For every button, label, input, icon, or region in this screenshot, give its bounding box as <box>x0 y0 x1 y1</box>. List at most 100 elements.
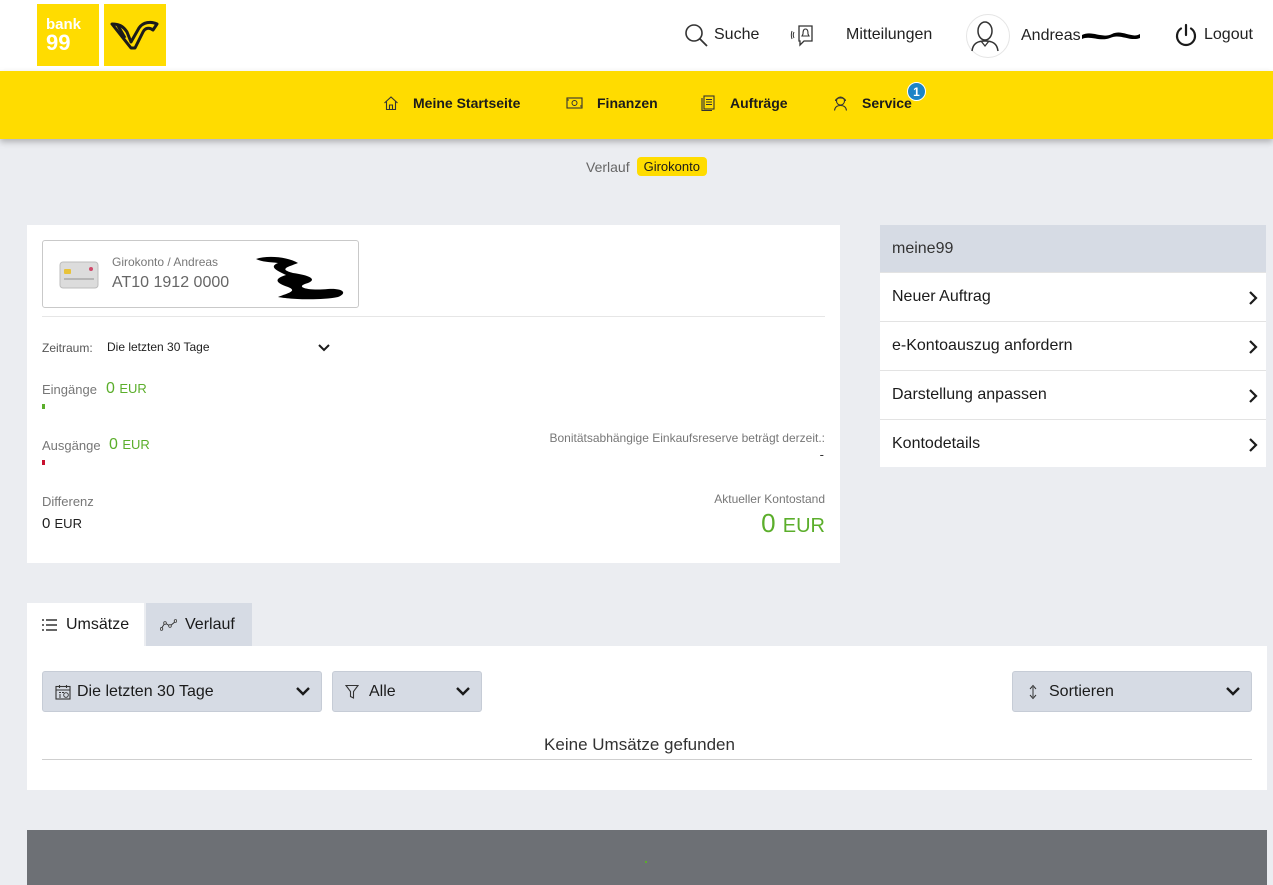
messages-button[interactable]: Mitteilungen <box>790 20 932 50</box>
balance-currency: EUR <box>782 515 825 537</box>
tab-history[interactable]: Verlauf <box>146 603 252 646</box>
power-icon <box>1175 23 1197 47</box>
breadcrumb-current: Girokonto <box>636 157 707 176</box>
menu-item-new-order[interactable]: Neuer Auftrag <box>880 272 1266 321</box>
account-summary-card: Girokonto / Andreas AT10 1912 0000 Zeitr… <box>27 225 840 563</box>
incoming-label: Eingänge <box>42 382 97 397</box>
chevron-down-icon[interactable] <box>317 343 331 353</box>
avatar <box>966 14 1010 58</box>
difference-value: 0 <box>42 515 51 532</box>
outgoing-bar <box>42 460 45 465</box>
type-filter-select[interactable]: Alle <box>332 671 482 712</box>
balance-value: 0 <box>761 508 776 538</box>
logo-text-99: 99 <box>46 30 71 55</box>
transactions-panel: Die letzten 30 Tage Alle Sortieren Keine… <box>27 646 1267 790</box>
sort-label: Sortieren <box>1049 682 1114 700</box>
post-horn-logo[interactable] <box>104 4 166 66</box>
loading-indicator <box>645 861 647 863</box>
nav-item-home[interactable]: Meine Startseite <box>383 95 520 111</box>
menu-item-label: Neuer Auftrag <box>892 288 991 305</box>
logout-button[interactable]: Logout <box>1174 20 1253 50</box>
chevron-right-icon <box>1249 291 1258 305</box>
document-icon <box>701 95 715 111</box>
money-icon <box>566 97 583 109</box>
nav-item-label: Service <box>862 95 912 111</box>
period-select[interactable]: Die letzten 30 Tage <box>107 340 210 354</box>
nav-item-label: Aufträge <box>730 95 788 111</box>
menu-item-display-settings[interactable]: Darstellung anpassen <box>880 370 1266 419</box>
bank-card-icon <box>59 261 99 289</box>
redaction-scribble <box>256 256 344 300</box>
line-chart-icon <box>160 618 177 631</box>
chevron-down-icon <box>456 687 470 696</box>
logout-label: Logout <box>1204 26 1253 43</box>
nav-item-service[interactable]: Service <box>833 95 912 111</box>
breadcrumb: Verlauf Girokonto <box>586 157 707 176</box>
calendar-icon <box>55 684 71 700</box>
nav-item-finances[interactable]: Finanzen <box>566 95 658 111</box>
incoming-amount: 0 EUR <box>106 380 147 398</box>
sort-select[interactable]: Sortieren <box>1012 671 1252 712</box>
user-name: Andreas <box>1021 27 1081 44</box>
service-icon <box>833 96 848 111</box>
difference-currency: EUR <box>54 516 82 531</box>
date-range-value: Die letzten 30 Tage <box>77 682 214 700</box>
list-icon <box>42 618 57 631</box>
nav-item-label: Meine Startseite <box>413 95 521 111</box>
period-label: Zeitraum: <box>42 341 93 355</box>
tab-label: Umsätze <box>66 615 130 633</box>
breadcrumb-previous[interactable]: Verlauf <box>586 159 630 175</box>
chevron-down-icon <box>1226 687 1240 696</box>
chevron-down-icon <box>296 687 310 696</box>
account-name: Girokonto / Andreas <box>112 255 219 269</box>
incoming-currency: EUR <box>119 381 147 396</box>
incoming-bar <box>42 404 45 409</box>
filter-icon <box>345 684 359 699</box>
menu-item-e-statement[interactable]: e-Kontoauszug anfordern <box>880 321 1266 370</box>
type-filter-value: Alle <box>369 682 396 700</box>
menu-item-account-details[interactable]: Kontodetails <box>880 419 1266 468</box>
menu-item-label: e-Kontoauszug anfordern <box>892 337 1073 354</box>
messages-label: Mitteilungen <box>846 26 933 43</box>
incoming-value: 0 <box>106 380 115 397</box>
empty-state-message: Keine Umsätze gefunden <box>544 735 735 754</box>
outgoing-currency: EUR <box>122 437 150 452</box>
difference-amount: 0 EUR <box>42 515 82 532</box>
nav-item-label: Finanzen <box>597 95 658 111</box>
nav-item-orders[interactable]: Aufträge <box>701 95 788 111</box>
service-notification-badge: 1 <box>907 82 926 101</box>
sort-icon <box>1029 684 1037 699</box>
menu-item-label: Darstellung anpassen <box>892 386 1047 403</box>
date-range-select[interactable]: Die letzten 30 Tage <box>42 671 322 712</box>
user-icon <box>971 21 999 52</box>
account-selector[interactable]: Girokonto / Andreas AT10 1912 0000 <box>42 240 359 308</box>
menu-title: meine99 <box>880 225 1266 272</box>
bank99-logo[interactable]: bank 99 <box>37 4 99 66</box>
menu-item-label: Kontodetails <box>892 435 981 452</box>
footer <box>27 830 1267 885</box>
tab-transactions[interactable]: Umsätze <box>27 603 144 646</box>
bell-message-icon <box>790 25 813 47</box>
post-horn-icon <box>110 20 159 50</box>
home-icon <box>384 96 398 111</box>
search-icon <box>685 24 708 47</box>
outgoing-label: Ausgänge <box>42 438 101 453</box>
balance-label: Aktueller Kontostand <box>714 492 825 506</box>
tab-label: Verlauf <box>185 615 235 633</box>
balance-amount: 0 EUR <box>761 508 825 539</box>
difference-label: Differenz <box>42 494 94 509</box>
redaction-scribble <box>1082 32 1140 40</box>
main-navigation: Meine Startseite Finanzen Aufträge Servi… <box>0 71 1273 139</box>
outgoing-value: 0 <box>109 436 118 453</box>
user-menu[interactable]: Andreas <box>966 14 1081 58</box>
chevron-right-icon <box>1249 438 1258 452</box>
credit-reserve-label: Bonitätsabhängige Einkaufsreserve beträg… <box>549 431 825 445</box>
chevron-right-icon <box>1249 389 1258 403</box>
divider <box>42 759 1252 760</box>
top-header: bank 99 Suche Mitteilungen Andreas Logou… <box>0 0 1273 71</box>
chevron-right-icon <box>1249 340 1258 354</box>
meine99-menu: meine99 Neuer Auftrag e-Kontoauszug anfo… <box>880 225 1266 467</box>
divider <box>42 316 825 317</box>
search-button[interactable]: Suche <box>684 20 759 50</box>
outgoing-amount: 0 EUR <box>109 436 150 454</box>
